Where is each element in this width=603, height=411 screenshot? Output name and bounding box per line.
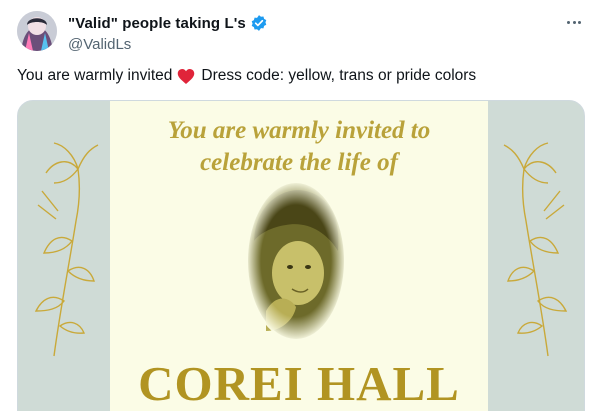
avatar[interactable] [17, 11, 57, 51]
tweet: "Valid" people taking L's @ValidLs You a… [0, 0, 603, 411]
invitation-card: You are warmly invited to celebrate the … [110, 101, 488, 411]
invitation-line-1: You are warmly invited to [167, 117, 431, 144]
media-image[interactable]: You are warmly invited to celebrate the … [17, 100, 585, 411]
tweet-text-start: You are warmly invited [17, 67, 173, 84]
display-name[interactable]: "Valid" people taking L's [68, 15, 246, 32]
avatar-image [17, 11, 57, 51]
right-floral-branch-icon [503, 142, 568, 357]
left-floral-branch-icon [34, 142, 99, 357]
memorial-portrait [246, 181, 346, 341]
red-heart-emoji-icon [177, 68, 195, 85]
tweet-text: You are warmly invited Dress code: yello… [17, 66, 476, 86]
handle[interactable]: @ValidLs [68, 36, 268, 53]
author-name-row: "Valid" people taking L's [68, 14, 268, 32]
more-options-icon[interactable] [563, 12, 585, 32]
invitation-line-2: celebrate the life of [200, 149, 398, 176]
tweet-text-end: Dress code: yellow, trans or pride color… [201, 67, 477, 84]
memorial-name: COREI HALL [138, 356, 460, 411]
author-block: "Valid" people taking L's @ValidLs [68, 14, 268, 53]
verified-badge-icon[interactable] [250, 14, 268, 32]
